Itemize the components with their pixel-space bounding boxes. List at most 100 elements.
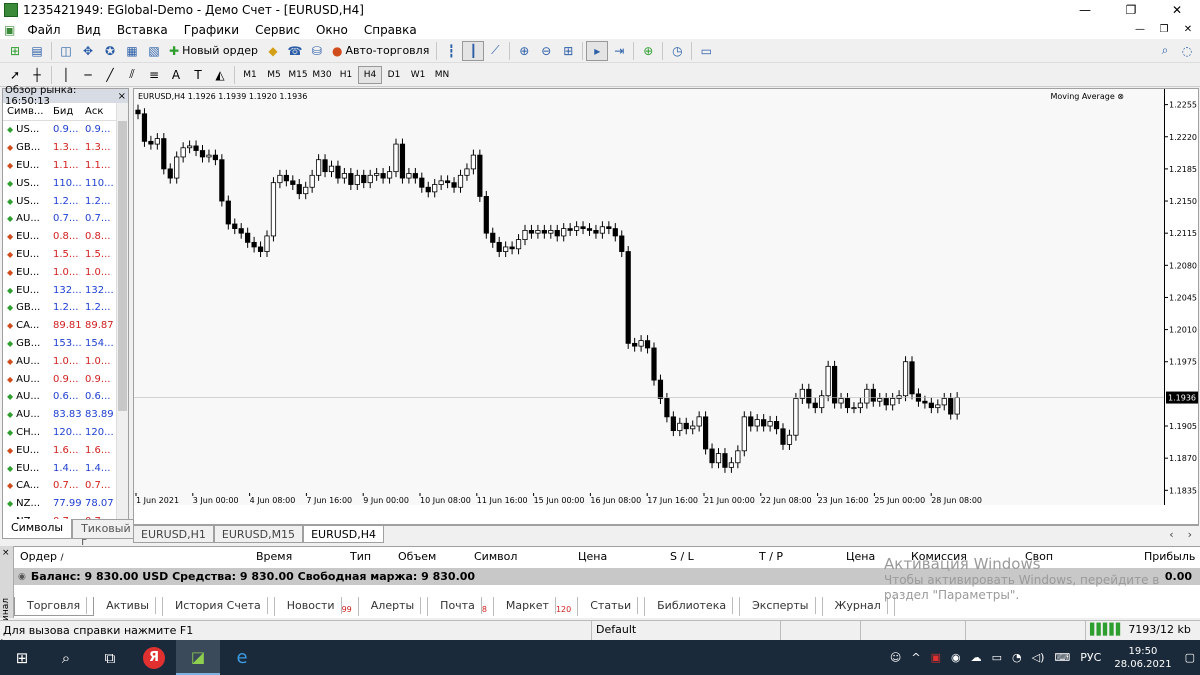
- clock[interactable]: 19:50 28.06.2021: [1114, 645, 1171, 671]
- templates-icon[interactable]: ▭: [695, 41, 717, 61]
- windows-start-icon[interactable]: ⊞: [0, 640, 44, 675]
- tray-volume-icon[interactable]: ◁): [1032, 651, 1045, 664]
- child-restore-icon[interactable]: ❐: [1152, 20, 1176, 39]
- menu-help[interactable]: Справка: [356, 23, 425, 37]
- market-watch-row[interactable]: ◆ US... 0.9... 0.9...: [3, 121, 128, 139]
- zoom-out-icon[interactable]: ⊖: [535, 41, 557, 61]
- tab-tick-chart[interactable]: Тиковый г: [72, 519, 140, 548]
- profiles-icon[interactable]: ▤: [26, 41, 48, 61]
- data-window-icon[interactable]: ✥: [77, 41, 99, 61]
- market-watch-row[interactable]: ◆ US... 1.2... 1.2...: [3, 192, 128, 210]
- tile-windows-icon[interactable]: ⊞: [557, 41, 579, 61]
- market-watch-row[interactable]: ◆ AU... 0.9... 0.9...: [3, 370, 128, 388]
- chart-window[interactable]: 1 Jun 2021 3 Jun 00:00 4 Jun 08:00 7 Jun 16…: [133, 88, 1199, 525]
- col-order[interactable]: Ордер /: [20, 550, 64, 563]
- new-chart-icon[interactable]: ⊞: [4, 41, 26, 61]
- chart-plot-area[interactable]: 1 Jun 2021 3 Jun 00:00 4 Jun 08:00 7 Jun 16…: [134, 89, 1164, 505]
- tabs-scroll-right-icon[interactable]: ›: [1181, 526, 1199, 543]
- indicator-label[interactable]: Moving Average ⊗: [1050, 92, 1124, 101]
- market-watch-row[interactable]: ◆ GB... 1.3... 1.3...: [3, 139, 128, 157]
- col-ask[interactable]: Аск: [81, 106, 111, 117]
- tray-network-icon[interactable]: ◔: [1012, 651, 1022, 664]
- cursor-icon[interactable]: ➚: [4, 65, 26, 85]
- metaeditor-icon[interactable]: ◆: [262, 41, 284, 61]
- timeframe-m1[interactable]: M1: [238, 66, 262, 84]
- line-chart-icon[interactable]: ⟋: [484, 41, 506, 61]
- timeframe-d1[interactable]: D1: [382, 66, 406, 84]
- col-sl[interactable]: S / L: [670, 550, 694, 563]
- new-order-button[interactable]: ✚ Новый ордер: [165, 41, 262, 61]
- col-volume[interactable]: Объем: [398, 550, 436, 563]
- autotrading-button[interactable]: ● Авто-торговля: [328, 41, 433, 61]
- bar-chart-icon[interactable]: ┇: [440, 41, 462, 61]
- col-tp[interactable]: T / P: [759, 550, 783, 563]
- menu-file[interactable]: Файл: [19, 23, 68, 37]
- market-watch-row[interactable]: ◆ CH... 120... 120...: [3, 424, 128, 442]
- language-indicator[interactable]: РУС: [1080, 651, 1101, 664]
- terminal-tab[interactable]: Почта 8: [428, 597, 494, 616]
- col-price2[interactable]: Цена: [846, 550, 875, 563]
- market-watch-row[interactable]: ◆ EU... 1.4... 1.4...: [3, 459, 128, 477]
- terminal-tab[interactable]: Маркет 120: [494, 597, 579, 616]
- menu-tools[interactable]: Сервис: [247, 23, 308, 37]
- market-watch-row[interactable]: ◆ CA... 0.7... 0.7...: [3, 477, 128, 495]
- terminal-icon[interactable]: ▦: [121, 41, 143, 61]
- doc-icon[interactable]: ▣: [0, 23, 19, 37]
- child-close-icon[interactable]: ✕: [1176, 20, 1200, 39]
- edge-browser-icon[interactable]: e: [220, 640, 264, 675]
- timeframe-m30[interactable]: M30: [310, 66, 334, 84]
- maximize-button[interactable]: ❐: [1108, 0, 1154, 20]
- close-button[interactable]: ✕: [1154, 0, 1200, 20]
- horizontal-line-icon[interactable]: ─: [77, 65, 99, 85]
- menu-window[interactable]: Окно: [308, 23, 356, 37]
- market-watch-row[interactable]: ◆ AU... 83.83 83.89: [3, 406, 128, 424]
- tab-symbols[interactable]: Символы: [2, 519, 73, 539]
- signals-icon[interactable]: ☎: [284, 41, 306, 61]
- periods-icon[interactable]: ◷: [666, 41, 688, 61]
- col-type[interactable]: Тип: [350, 550, 371, 563]
- search-icon[interactable]: ⌕: [44, 640, 88, 675]
- tray-app-icon[interactable]: ▣: [931, 651, 941, 664]
- market-watch-row[interactable]: ◆ AU... 1.0... 1.0...: [3, 352, 128, 370]
- tabs-scroll-left-icon[interactable]: ‹: [1162, 526, 1180, 543]
- task-view-icon[interactable]: ⧉: [88, 640, 132, 675]
- tester-icon[interactable]: ▧: [143, 41, 165, 61]
- market-watch-row[interactable]: ◆ GB... 153... 154...: [3, 335, 128, 353]
- market-watch-row[interactable]: ◆ AU... 0.7... 0.7...: [3, 210, 128, 228]
- market-watch-row[interactable]: ◆ EU... 132... 132...: [3, 281, 128, 299]
- market-watch-row[interactable]: ◆ EU... 1.6... 1.6...: [3, 441, 128, 459]
- menu-charts[interactable]: Графики: [176, 23, 247, 37]
- connection-status[interactable]: ▌▌▌▌▌ 7193/12 kb: [1085, 620, 1191, 640]
- shapes-icon[interactable]: ◭: [209, 65, 231, 85]
- market-watch-icon[interactable]: ◫: [55, 41, 77, 61]
- chat-icon[interactable]: ◌: [1176, 41, 1198, 61]
- equidistant-channel-icon[interactable]: ⫽: [121, 65, 143, 85]
- market-watch-row[interactable]: ◆ AU... 0.6... 0.6...: [3, 388, 128, 406]
- col-price[interactable]: Цена: [578, 550, 607, 563]
- tab-eurusd-m15[interactable]: EURUSD,M15: [213, 526, 304, 543]
- zoom-in-icon[interactable]: ⊕: [513, 41, 535, 61]
- market-watch-row[interactable]: ◆ GB... 1.2... 1.2...: [3, 299, 128, 317]
- market-watch-row[interactable]: ◆ EU... 1.5... 1.5...: [3, 246, 128, 264]
- marketplace-icon[interactable]: ⛁: [306, 41, 328, 61]
- market-watch-row[interactable]: ◆ CA... 89.81 89.87: [3, 317, 128, 335]
- navigator-icon[interactable]: ✪: [99, 41, 121, 61]
- market-watch-row[interactable]: ◆ EU... 0.8... 0.8...: [3, 228, 128, 246]
- text-icon[interactable]: A: [165, 65, 187, 85]
- timeframe-mn[interactable]: MN: [430, 66, 454, 84]
- col-symbol[interactable]: Символ: [474, 550, 517, 563]
- col-time[interactable]: Время: [256, 550, 292, 563]
- terminal-tab[interactable]: Эксперты: [740, 597, 823, 616]
- notifications-icon[interactable]: ▢: [1185, 651, 1195, 664]
- market-watch-scrollbar[interactable]: [116, 103, 128, 523]
- tray-app-icon[interactable]: ◉: [951, 651, 961, 664]
- terminal-tab[interactable]: Торговля: [14, 597, 95, 616]
- metatrader-icon[interactable]: ◪: [176, 640, 220, 675]
- minimize-button[interactable]: —: [1062, 0, 1108, 20]
- child-minimize-icon[interactable]: —: [1128, 20, 1152, 39]
- market-watch-row[interactable]: ◆ US... 110... 110...: [3, 174, 128, 192]
- market-watch-row[interactable]: ◆ EU... 1.1... 1.1...: [3, 157, 128, 175]
- yandex-browser-icon[interactable]: Я: [132, 640, 176, 675]
- trendline-icon[interactable]: ╱: [99, 65, 121, 85]
- menu-view[interactable]: Вид: [69, 23, 109, 37]
